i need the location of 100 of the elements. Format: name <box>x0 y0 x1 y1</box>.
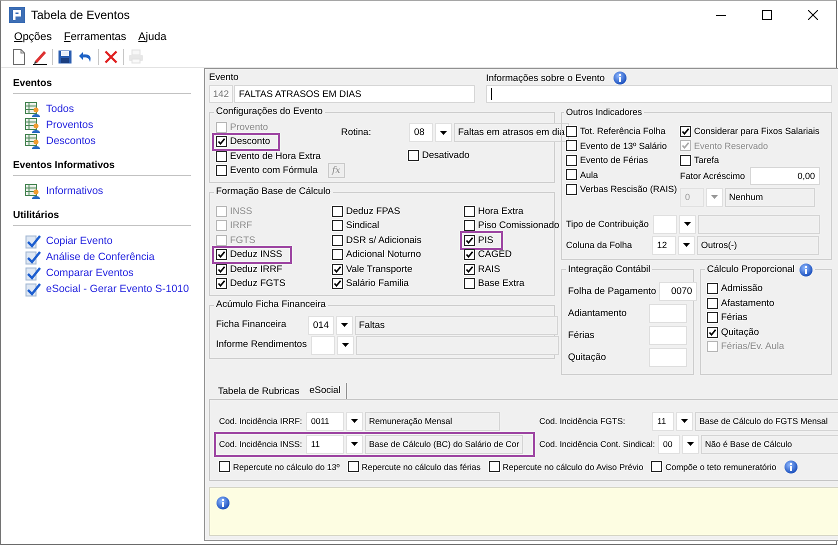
code-field[interactable]: 11 <box>652 412 674 430</box>
info-icon[interactable] <box>216 496 230 510</box>
checkbox[interactable] <box>332 220 343 232</box>
checkbox[interactable] <box>566 184 577 195</box>
dropdown-button[interactable] <box>336 336 354 354</box>
checkbox-label[interactable]: Desativado <box>422 150 470 161</box>
checkbox[interactable] <box>464 234 475 246</box>
checkbox-label[interactable]: Base Extra <box>478 278 524 290</box>
dropdown-button[interactable] <box>678 214 696 234</box>
checkbox[interactable] <box>651 461 662 472</box>
checkbox-label[interactable]: Desconto <box>230 136 270 148</box>
checkbox[interactable] <box>332 206 343 217</box>
checkbox-label[interactable]: Evento com Fórmula <box>230 165 318 176</box>
account-field[interactable] <box>649 304 687 322</box>
code-field[interactable] <box>652 214 677 234</box>
account-field[interactable]: 0070 <box>659 282 698 300</box>
checkbox[interactable] <box>464 206 475 217</box>
dropdown-button[interactable] <box>346 412 363 430</box>
checkbox[interactable] <box>680 154 691 166</box>
dropdown-button[interactable] <box>336 316 353 334</box>
code-field[interactable]: 11 <box>306 434 344 454</box>
checkbox-label[interactable]: Compõe o teto remuneratório <box>665 462 776 472</box>
checkbox-label[interactable]: DSR s/ Adicionais <box>346 234 422 246</box>
dropdown-button[interactable] <box>676 412 694 430</box>
code-field[interactable]: 08 <box>409 123 433 142</box>
checkbox-label[interactable]: Evento de Hora Extra <box>230 150 321 162</box>
checkbox-label[interactable]: Férias <box>721 312 748 324</box>
info-icon[interactable] <box>784 460 798 474</box>
account-field[interactable] <box>649 326 687 344</box>
checkbox[interactable] <box>464 249 475 260</box>
checkbox[interactable] <box>680 126 691 137</box>
number-field[interactable]: 0,00 <box>750 167 820 185</box>
code-field[interactable] <box>310 336 335 354</box>
checkbox[interactable] <box>216 249 227 260</box>
dropdown-button[interactable] <box>346 434 363 454</box>
checkbox[interactable] <box>566 154 577 166</box>
sidebar-link[interactable]: Todos <box>46 103 74 115</box>
toolbar-button[interactable] <box>56 48 74 66</box>
checkbox-label[interactable]: CAGED <box>478 249 512 260</box>
checkbox-label[interactable]: Sindical <box>346 220 380 232</box>
info-icon[interactable] <box>612 71 627 85</box>
tab[interactable]: Tabela de Rubricas <box>213 384 304 398</box>
checkbox-label[interactable]: Considerar para Fixos Salariais <box>694 126 820 136</box>
checkbox[interactable] <box>464 220 475 232</box>
info-icon[interactable] <box>798 262 813 276</box>
sidebar-link[interactable]: Comparar Eventos <box>46 267 134 279</box>
checkbox[interactable] <box>332 278 343 290</box>
sidebar-link[interactable]: eSocial - Gerar Evento S-1010 <box>46 283 189 295</box>
checkbox-label[interactable]: RAIS <box>478 264 500 275</box>
checkbox-label[interactable]: Tarefa <box>694 155 720 166</box>
checkbox-label[interactable]: Salário Familia <box>346 278 409 290</box>
menu-item[interactable]: Ajuda <box>132 29 172 45</box>
menu-item[interactable]: Opções <box>8 29 58 45</box>
checkbox[interactable] <box>216 264 227 275</box>
checkbox[interactable] <box>566 169 577 180</box>
dropdown-button[interactable] <box>678 236 695 254</box>
code-field[interactable]: 014 <box>308 316 334 334</box>
checkbox[interactable] <box>408 150 419 161</box>
checkbox[interactable] <box>216 136 227 148</box>
checkbox-label[interactable]: Afastamento <box>721 298 774 309</box>
code-field[interactable]: 00 <box>658 434 680 454</box>
account-field[interactable] <box>649 348 687 366</box>
text-field[interactable] <box>486 85 832 103</box>
checkbox-label[interactable]: Quitação <box>721 326 760 338</box>
checkbox-label[interactable]: Deduz INSS <box>230 249 282 260</box>
sidebar-link[interactable]: Proventos <box>46 119 94 131</box>
sidebar-link[interactable]: Análise de Conferência <box>46 251 155 263</box>
checkbox-label[interactable]: Verbas Rescisão (RAIS) <box>580 184 678 194</box>
name-field[interactable]: FALTAS ATRASOS EM DIAS <box>234 85 475 103</box>
checkbox[interactable] <box>216 165 227 176</box>
checkbox[interactable] <box>332 264 343 275</box>
checkbox[interactable] <box>707 283 718 294</box>
checkbox-label[interactable]: Admissão <box>721 283 763 294</box>
checkbox-label[interactable]: Adicional Noturno <box>346 249 421 260</box>
checkbox[interactable] <box>219 461 230 472</box>
checkbox-label[interactable]: PIS <box>478 234 494 246</box>
checkbox-label[interactable]: Aula <box>580 170 598 180</box>
checkbox-label[interactable]: Hora Extra <box>478 206 524 217</box>
checkbox-label[interactable]: Evento de 13º Salário <box>580 140 667 151</box>
checkbox-label[interactable]: Tot. Referência Folha <box>580 126 666 136</box>
checkbox[interactable] <box>566 140 577 152</box>
checkbox-label[interactable]: Deduz FPAS <box>346 206 400 217</box>
checkbox-label[interactable]: Evento de Férias <box>580 155 648 166</box>
checkbox-label[interactable]: Deduz FGTS <box>230 278 286 290</box>
checkbox-label[interactable]: Repercute no cálculo do Aviso Prévio <box>502 462 644 472</box>
code-field[interactable]: 12 <box>652 236 676 254</box>
code-field[interactable]: 0011 <box>306 412 344 430</box>
checkbox[interactable] <box>464 278 475 290</box>
dropdown-button[interactable] <box>682 434 700 454</box>
menu-item[interactable]: Ferramentas <box>58 29 132 45</box>
checkbox[interactable] <box>566 126 577 137</box>
checkbox[interactable] <box>707 298 718 309</box>
checkbox[interactable] <box>488 461 500 472</box>
dropdown-button[interactable] <box>435 123 452 142</box>
checkbox[interactable] <box>216 150 227 162</box>
checkbox-label[interactable]: Piso Comissionado <box>478 220 560 232</box>
checkbox[interactable] <box>707 312 718 324</box>
checkbox[interactable] <box>707 326 718 338</box>
checkbox-label[interactable]: Deduz IRRF <box>230 264 282 275</box>
sidebar-link[interactable]: Descontos <box>46 135 96 147</box>
